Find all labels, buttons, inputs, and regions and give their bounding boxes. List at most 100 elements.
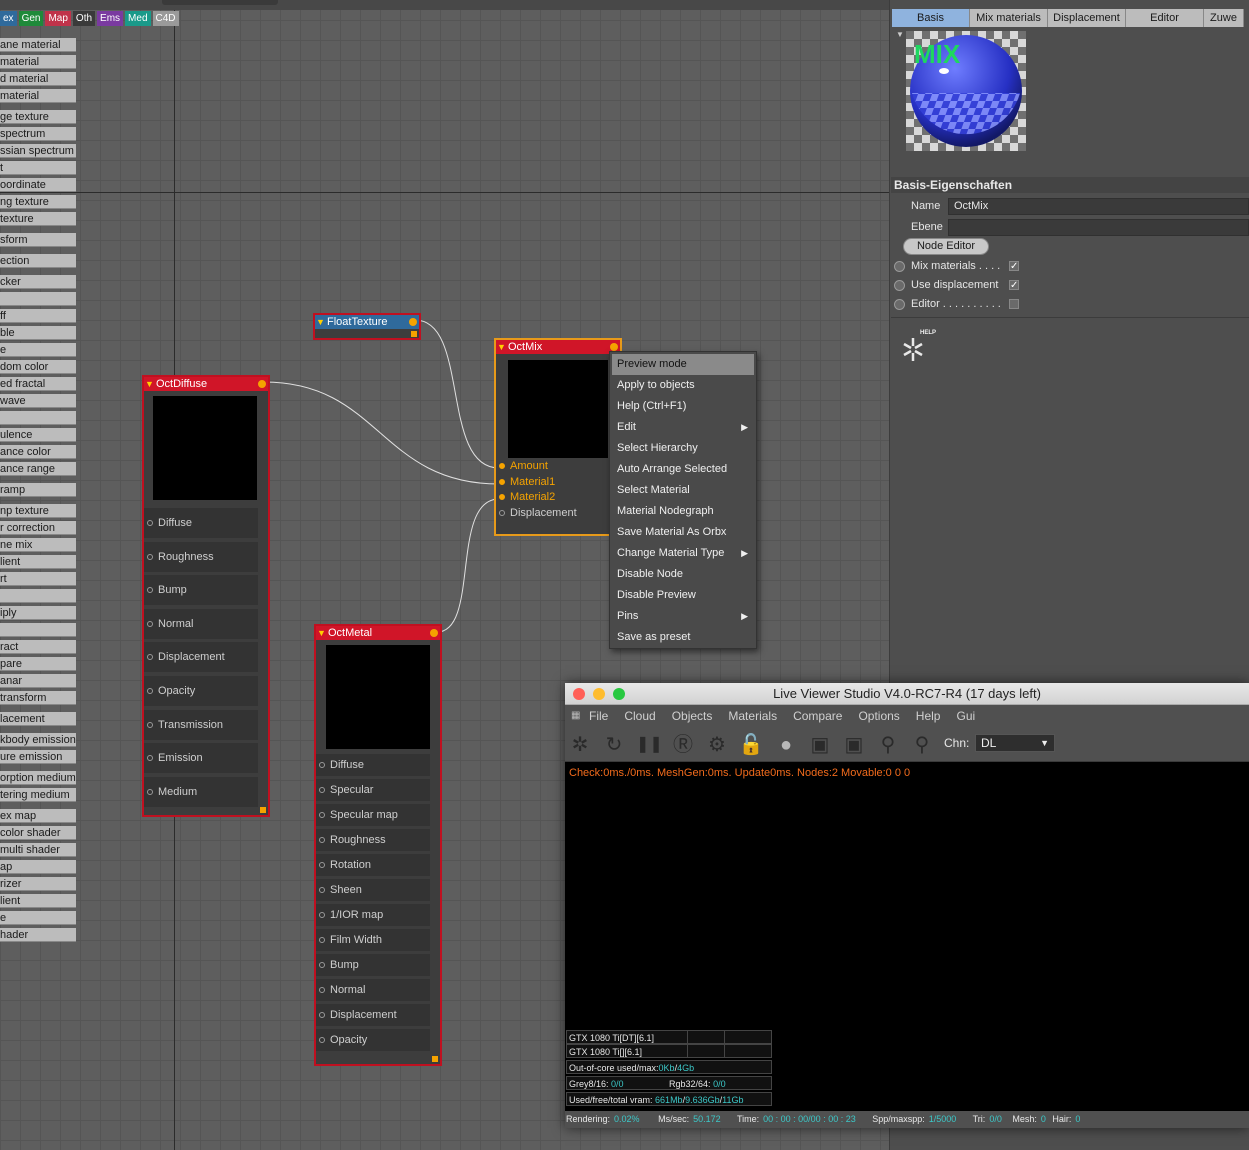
output-pin[interactable]: [610, 343, 618, 351]
input-port[interactable]: Bump: [316, 954, 359, 976]
input-port[interactable]: Bump: [144, 579, 187, 601]
input-port[interactable]: Normal: [144, 613, 193, 635]
input-port[interactable]: Material2: [496, 490, 555, 505]
input-port[interactable]: Material1: [496, 475, 555, 490]
port-pin[interactable]: [499, 463, 505, 469]
collapse-triangle-icon[interactable]: ▼: [145, 377, 154, 391]
menu-item-apply-to-objects[interactable]: Apply to objects: [610, 375, 756, 396]
port-pin[interactable]: [499, 478, 505, 485]
menu-file[interactable]: File: [589, 709, 608, 723]
checkbox-mix-materials[interactable]: ✓: [1009, 261, 1019, 272]
port-pin[interactable]: [147, 788, 153, 795]
port-pin[interactable]: [319, 762, 325, 768]
input-port[interactable]: Medium: [144, 781, 197, 803]
menu-item-select-material[interactable]: Select Material: [610, 480, 756, 501]
port-pin[interactable]: [147, 721, 153, 728]
input-port[interactable]: Displacement: [144, 646, 225, 668]
menu-options[interactable]: Options: [858, 709, 899, 723]
layer-field[interactable]: [948, 219, 1249, 236]
collapse-triangle-icon[interactable]: ▼: [316, 315, 325, 329]
input-port[interactable]: Emission: [144, 747, 203, 769]
port-pin[interactable]: [319, 1037, 325, 1043]
focus-pin-icon[interactable]: ⚲: [875, 732, 901, 758]
menu-item-save-material-as-orbx[interactable]: Save Material As Orbx: [610, 522, 756, 543]
port-pin[interactable]: [319, 812, 325, 818]
node-editor-button[interactable]: Node Editor: [903, 238, 989, 255]
node-header[interactable]: ▼ FloatTexture: [315, 315, 419, 329]
resize-handle-icon[interactable]: [260, 807, 266, 813]
refresh-icon[interactable]: ↻: [601, 732, 627, 758]
output-pin[interactable]: [409, 318, 417, 326]
menu-item-select-hierarchy[interactable]: Select Hierarchy: [610, 438, 756, 459]
port-pin[interactable]: [319, 962, 325, 968]
input-port[interactable]: Opacity: [144, 680, 195, 702]
region-icon[interactable]: ▣: [807, 732, 833, 758]
port-pin[interactable]: [147, 755, 153, 762]
menu-item-pins[interactable]: Pins ▶: [610, 606, 756, 627]
port-pin[interactable]: [319, 887, 325, 893]
port-pin[interactable]: [147, 553, 153, 560]
radio-use-displacement[interactable]: [894, 280, 905, 291]
menu-materials[interactable]: Materials: [728, 709, 777, 723]
panel-menu-triangle-icon[interactable]: ▼: [896, 30, 904, 39]
menu-gui[interactable]: Gui: [956, 709, 975, 723]
octane-logo-icon[interactable]: ✲: [567, 732, 593, 758]
input-port[interactable]: Roughness: [144, 546, 214, 568]
grip-icon[interactable]: ▦: [571, 710, 585, 721]
port-pin[interactable]: [147, 587, 153, 594]
input-port[interactable]: Displacement: [496, 506, 577, 521]
material-pin-icon[interactable]: ⚲: [909, 732, 935, 758]
collapse-triangle-icon[interactable]: ▼: [317, 626, 326, 640]
port-pin[interactable]: [319, 987, 325, 993]
input-port[interactable]: Specular: [316, 779, 373, 801]
port-pin[interactable]: [147, 688, 153, 694]
tab-editor[interactable]: Editor: [1126, 9, 1204, 27]
port-pin[interactable]: [147, 620, 153, 627]
resize-handle-icon[interactable]: [411, 331, 417, 337]
input-port[interactable]: Sheen: [316, 879, 362, 901]
port-pin[interactable]: [499, 509, 505, 516]
port-pin[interactable]: [319, 937, 325, 943]
menu-item-preview-mode[interactable]: Preview mode: [612, 354, 754, 375]
input-port[interactable]: Specular map: [316, 804, 398, 826]
menu-item-disable-node[interactable]: Disable Node: [610, 564, 756, 585]
input-port[interactable]: Transmission: [144, 714, 223, 736]
radio-mix-materials[interactable]: [894, 261, 905, 272]
gear-icon[interactable]: ⚙: [704, 732, 730, 758]
tab-zuwe[interactable]: Zuwe: [1204, 9, 1244, 27]
resize-handle-icon[interactable]: [432, 1056, 438, 1062]
node-header[interactable]: ▼ OctMetal: [316, 626, 440, 640]
menu-objects[interactable]: Objects: [672, 709, 713, 723]
menu-item-save-as-preset[interactable]: Save as preset: [610, 627, 756, 648]
oct-mix-node[interactable]: ▼ OctMix Amount Material1 Material2 Displac…: [494, 338, 622, 536]
oct-diffuse-node[interactable]: ▼ OctDiffuse Diffuse Roughness Bump Normal D…: [142, 375, 270, 817]
menu-item-change-material-type[interactable]: Change Material Type ▶: [610, 543, 756, 564]
menu-cloud[interactable]: Cloud: [624, 709, 655, 723]
channel-select[interactable]: DL ▼: [975, 734, 1055, 752]
output-pin[interactable]: [258, 380, 266, 388]
live-viewer-titlebar[interactable]: Live Viewer Studio V4.0-RC7-R4 (17 days …: [565, 683, 1249, 705]
input-port[interactable]: Diffuse: [144, 512, 192, 534]
input-port[interactable]: Roughness: [316, 829, 386, 851]
radio-editor[interactable]: [894, 299, 905, 310]
port-pin[interactable]: [147, 654, 153, 661]
tab-displacement[interactable]: Displacement: [1048, 9, 1126, 27]
input-port[interactable]: Diffuse: [316, 754, 364, 776]
close-button[interactable]: [573, 688, 585, 700]
film-region-icon[interactable]: ▣: [841, 732, 867, 758]
maximize-button[interactable]: [613, 688, 625, 700]
output-pin[interactable]: [430, 629, 438, 637]
checkbox-use-displacement[interactable]: ✓: [1009, 280, 1019, 291]
input-port[interactable]: Displacement: [316, 1004, 397, 1026]
port-pin[interactable]: [319, 787, 325, 793]
help-button[interactable]: HELP: [898, 330, 938, 366]
tab-mix-materials[interactable]: Mix materials: [970, 9, 1048, 27]
menu-item-auto-arrange-selected[interactable]: Auto Arrange Selected: [610, 459, 756, 480]
node-header[interactable]: ▼ OctDiffuse: [144, 377, 268, 391]
port-pin[interactable]: [319, 837, 325, 843]
oct-metal-node[interactable]: ▼ OctMetal Diffuse Specular Specular map Ro…: [314, 624, 442, 1066]
r-icon[interactable]: Ⓡ: [670, 732, 696, 758]
lock-icon[interactable]: 🔓: [738, 732, 764, 758]
menu-compare[interactable]: Compare: [793, 709, 842, 723]
menu-item-edit[interactable]: Edit ▶: [610, 417, 756, 438]
